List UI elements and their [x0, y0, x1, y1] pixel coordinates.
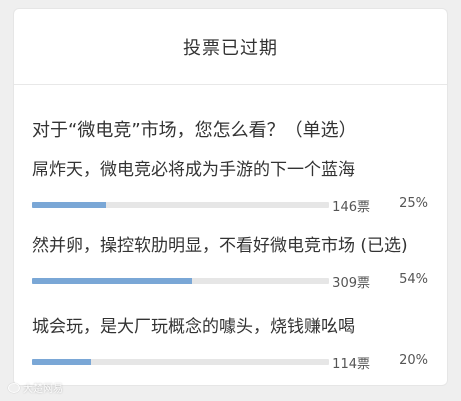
poll-option-stats: 146票 25% [32, 195, 432, 217]
poll-option-3: 城会玩，是大厂玩概念的噱头，烧钱赚吆喝 114票 20% [32, 316, 432, 374]
vote-percent: 54% [399, 272, 428, 287]
poll-card: 投票已过期 对于“微电竞”市场，您怎么看？（单选） 屌炸天，微电竞必将成为手游的… [13, 8, 448, 386]
poll-option-label: 城会玩，是大厂玩概念的噱头，烧钱赚吆喝 [32, 317, 355, 337]
poll-option-1: 屌炸天，微电竞必将成为手游的下一个蓝海 146票 25% [32, 159, 432, 217]
vote-progress-track [32, 278, 329, 284]
weibo-logo-icon [8, 382, 20, 393]
poll-status-title: 投票已过期 [183, 37, 278, 59]
vote-percent: 20% [399, 353, 428, 368]
poll-option-stats: 114票 20% [32, 352, 432, 374]
poll-option-label: 屌炸天，微电竞必将成为手游的下一个蓝海 [32, 160, 355, 180]
vote-count: 114票 [332, 357, 370, 372]
poll-option-2: 然并卵，操控软肋明显，不看好微电竞市场 (已选) 309票 54% [32, 235, 432, 293]
vote-progress-fill [32, 359, 92, 365]
vote-count: 309票 [332, 276, 370, 291]
poll-option-stats: 309票 54% [32, 271, 432, 293]
vote-progress-track [32, 359, 329, 365]
watermark-text: 大楚网易 [23, 384, 63, 395]
vote-progress-fill [32, 278, 193, 284]
vote-progress-fill [32, 202, 107, 208]
vote-percent: 25% [399, 196, 428, 211]
vote-count: 146票 [332, 200, 370, 215]
watermark: 大楚网易 [8, 380, 63, 395]
poll-question: 对于“微电竞”市场，您怎么看？（单选） [32, 120, 357, 141]
poll-header: 投票已过期 [14, 9, 447, 85]
poll-option-label: 然并卵，操控软肋明显，不看好微电竞市场 (已选) [32, 236, 408, 256]
vote-progress-track [32, 202, 329, 208]
